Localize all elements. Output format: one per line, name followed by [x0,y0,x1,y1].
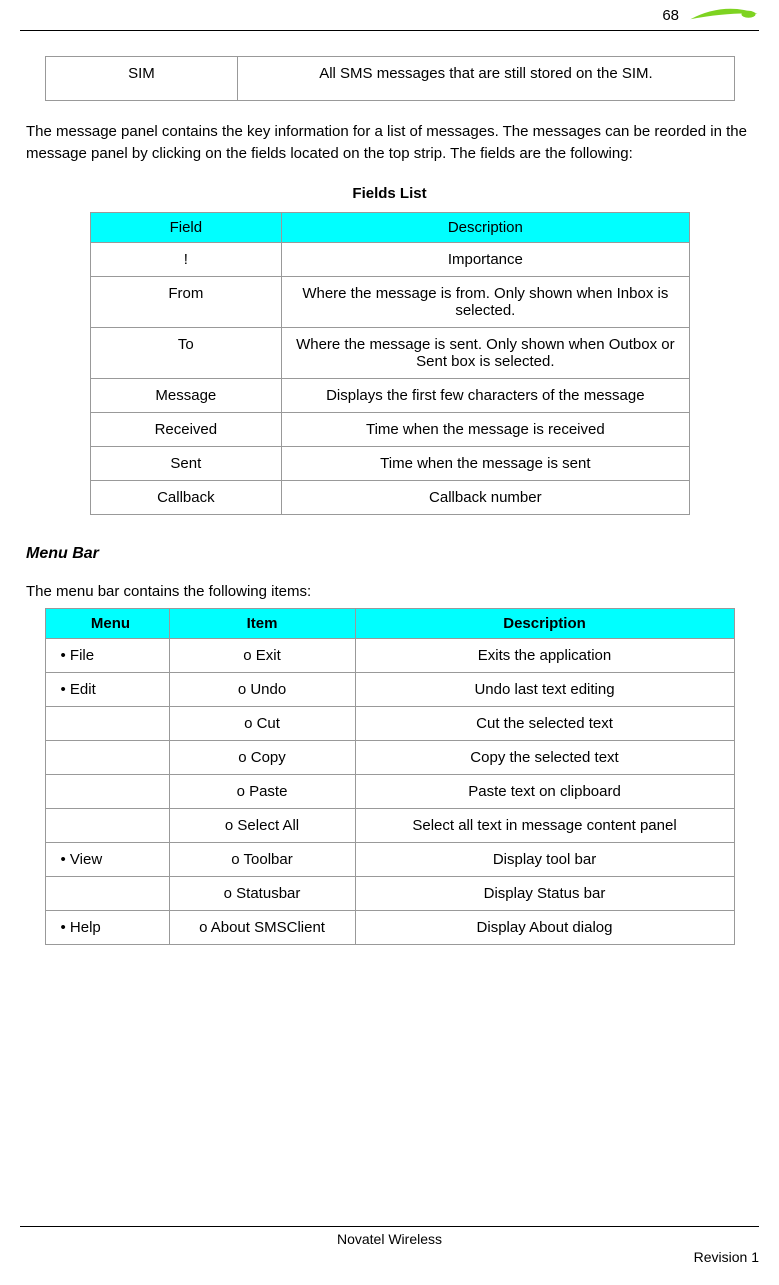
item-cell: o Select All [169,808,355,842]
menu-cell [45,876,169,910]
table-row: • Fileo ExitExits the application [45,638,734,672]
menu-bar-intro: The menu bar contains the following item… [26,583,753,600]
menu-cell [45,808,169,842]
desc-cell: Cut the selected text [355,706,734,740]
desc-cell: Where the message is sent. Only shown wh… [282,327,689,378]
menu-cell: • File [45,638,169,672]
item-cell: o Paste [169,774,355,808]
field-cell: Received [90,412,282,446]
footer-right-text: Revision 1 [639,1231,759,1265]
desc-cell: Copy the selected text [355,740,734,774]
sim-table: SIM All SMS messages that are still stor… [45,56,735,101]
desc-cell: Display About dialog [355,910,734,944]
desc-cell: Display Status bar [355,876,734,910]
fields-header-description: Description [282,212,689,242]
item-cell: o Undo [169,672,355,706]
table-row: o CutCut the selected text [45,706,734,740]
desc-cell: Time when the message is sent [282,446,689,480]
table-row: o CopyCopy the selected text [45,740,734,774]
item-cell: o Cut [169,706,355,740]
desc-cell: Where the message is from. Only shown wh… [282,276,689,327]
table-row: ReceivedTime when the message is receive… [90,412,689,446]
fields-list-table: Field Description !Importance FromWhere … [90,212,690,515]
page-footer: Novatel Wireless Revision 1 [20,1226,759,1265]
item-cell: o Exit [169,638,355,672]
menu-cell [45,774,169,808]
menu-cell: • Help [45,910,169,944]
item-cell: o Toolbar [169,842,355,876]
footer-center-text: Novatel Wireless [140,1231,639,1247]
menu-header-menu: Menu [45,608,169,638]
table-row: MessageDisplays the first few characters… [90,378,689,412]
table-row: FromWhere the message is from. Only show… [90,276,689,327]
desc-cell: Paste text on clipboard [355,774,734,808]
menu-bar-heading: Menu Bar [26,545,753,563]
table-row: • Edito UndoUndo last text editing [45,672,734,706]
desc-cell: Importance [282,242,689,276]
header-rule [20,30,759,31]
field-cell: From [90,276,282,327]
table-row: o StatusbarDisplay Status bar [45,876,734,910]
desc-cell: Select all text in message content panel [355,808,734,842]
fields-list-title: Fields List [20,185,759,202]
table-row: SentTime when the message is sent [90,446,689,480]
paragraph-intro: The message panel contains the key infor… [26,121,753,165]
logo-swoosh-icon [689,5,759,25]
field-cell: Sent [90,446,282,480]
table-row: ToWhere the message is sent. Only shown … [90,327,689,378]
menu-bar-table: Menu Item Description • Fileo ExitExits … [45,608,735,945]
menu-header-item: Item [169,608,355,638]
desc-cell: Callback number [282,480,689,514]
fields-header-field: Field [90,212,282,242]
menu-cell [45,706,169,740]
menu-cell: • Edit [45,672,169,706]
field-cell: ! [90,242,282,276]
table-row: CallbackCallback number [90,480,689,514]
footer-rule [20,1226,759,1227]
sim-cell-label: SIM [45,57,238,101]
desc-cell: Time when the message is received [282,412,689,446]
desc-cell: Exits the application [355,638,734,672]
item-cell: o Copy [169,740,355,774]
desc-cell: Display tool bar [355,842,734,876]
desc-cell: Displays the first few characters of the… [282,378,689,412]
table-row: • Helpo About SMSClientDisplay About dia… [45,910,734,944]
field-cell: Message [90,378,282,412]
page-number: 68 [662,7,679,24]
table-row: • Viewo ToolbarDisplay tool bar [45,842,734,876]
table-row: o PastePaste text on clipboard [45,774,734,808]
desc-cell: Undo last text editing [355,672,734,706]
field-cell: Callback [90,480,282,514]
item-cell: o About SMSClient [169,910,355,944]
menu-cell: • View [45,842,169,876]
field-cell: To [90,327,282,378]
menu-header-description: Description [355,608,734,638]
table-row: !Importance [90,242,689,276]
table-row: o Select AllSelect all text in message c… [45,808,734,842]
item-cell: o Statusbar [169,876,355,910]
menu-cell [45,740,169,774]
sim-cell-desc: All SMS messages that are still stored o… [238,57,734,101]
